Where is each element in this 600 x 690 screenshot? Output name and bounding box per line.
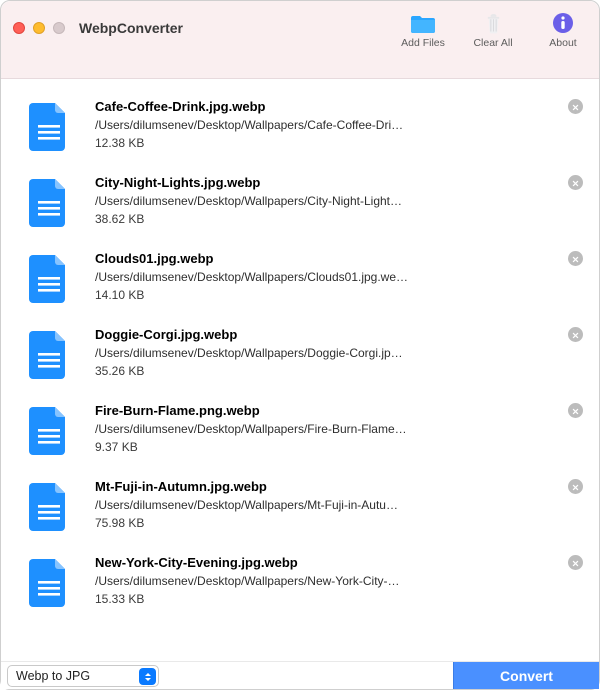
file-list: Cafe-Coffee-Drink.jpg.webp /Users/dilums… (1, 79, 599, 661)
file-path: /Users/dilumsenev/Desktop/Wallpapers/New… (95, 574, 435, 588)
file-size: 9.37 KB (95, 440, 543, 454)
file-name: Doggie-Corgi.jpg.webp (95, 327, 543, 342)
file-path: /Users/dilumsenev/Desktop/Wallpapers/Cit… (95, 194, 435, 208)
file-size: 14.10 KB (95, 288, 543, 302)
close-icon (572, 478, 579, 496)
file-icon (29, 179, 69, 227)
subbar (1, 55, 599, 79)
file-icon (29, 103, 69, 151)
file-name: New-York-City-Evening.jpg.webp (95, 555, 543, 570)
add-files-label: Add Files (401, 37, 445, 49)
file-name: Cafe-Coffee-Drink.jpg.webp (95, 99, 543, 114)
output-format-select[interactable]: Webp to JPG (7, 665, 159, 687)
file-meta: City-Night-Lights.jpg.webp /Users/dilums… (95, 175, 583, 226)
convert-label: Convert (500, 668, 553, 684)
file-size: 75.98 KB (95, 516, 543, 530)
remove-file-button[interactable] (568, 175, 583, 190)
close-icon (572, 98, 579, 116)
file-path: /Users/dilumsenev/Desktop/Wallpapers/Caf… (95, 118, 435, 132)
app-title: WebpConverter (79, 20, 183, 36)
file-icon (29, 331, 69, 379)
close-icon (572, 326, 579, 344)
file-row[interactable]: New-York-City-Evening.jpg.webp /Users/di… (1, 545, 599, 621)
file-row[interactable]: Cafe-Coffee-Drink.jpg.webp /Users/dilums… (1, 89, 599, 165)
output-format-value: Webp to JPG (16, 669, 90, 683)
file-size: 38.62 KB (95, 212, 543, 226)
file-icon (29, 559, 69, 607)
file-meta: Cafe-Coffee-Drink.jpg.webp /Users/dilums… (95, 99, 583, 150)
file-path: /Users/dilumsenev/Desktop/Wallpapers/Clo… (95, 270, 435, 284)
file-path: /Users/dilumsenev/Desktop/Wallpapers/Mt-… (95, 498, 435, 512)
about-button[interactable]: About (539, 11, 587, 49)
file-meta: Fire-Burn-Flame.png.webp /Users/dilumsen… (95, 403, 583, 454)
zoom-window-button[interactable] (53, 22, 65, 34)
close-icon (572, 554, 579, 572)
file-meta: Mt-Fuji-in-Autumn.jpg.webp /Users/dilums… (95, 479, 583, 530)
file-size: 15.33 KB (95, 592, 543, 606)
folder-icon (411, 11, 435, 35)
file-meta: Doggie-Corgi.jpg.webp /Users/dilumsenev/… (95, 327, 583, 378)
remove-file-button[interactable] (568, 327, 583, 342)
clear-all-button[interactable]: Clear All (469, 11, 517, 49)
file-meta: Clouds01.jpg.webp /Users/dilumsenev/Desk… (95, 251, 583, 302)
about-label: About (549, 37, 576, 49)
file-meta: New-York-City-Evening.jpg.webp /Users/di… (95, 555, 583, 606)
bottom-bar: Webp to JPG Convert (1, 661, 599, 689)
remove-file-button[interactable] (568, 99, 583, 114)
toolbar: Add Files Clear All About (399, 7, 587, 49)
file-size: 35.26 KB (95, 364, 543, 378)
close-icon (572, 402, 579, 420)
file-row[interactable]: City-Night-Lights.jpg.webp /Users/dilums… (1, 165, 599, 241)
close-icon (572, 250, 579, 268)
minimize-window-button[interactable] (33, 22, 45, 34)
file-name: Clouds01.jpg.webp (95, 251, 543, 266)
file-name: Mt-Fuji-in-Autumn.jpg.webp (95, 479, 543, 494)
file-name: City-Night-Lights.jpg.webp (95, 175, 543, 190)
file-path: /Users/dilumsenev/Desktop/Wallpapers/Dog… (95, 346, 435, 360)
remove-file-button[interactable] (568, 479, 583, 494)
file-icon (29, 483, 69, 531)
remove-file-button[interactable] (568, 403, 583, 418)
remove-file-button[interactable] (568, 251, 583, 266)
chevron-updown-icon (139, 668, 156, 685)
titlebar: WebpConverter Add Files Clear All (1, 1, 599, 55)
convert-button[interactable]: Convert (453, 662, 599, 689)
file-icon (29, 407, 69, 455)
remove-file-button[interactable] (568, 555, 583, 570)
close-window-button[interactable] (13, 22, 25, 34)
window-controls (13, 22, 65, 34)
clear-all-label: Clear All (473, 37, 512, 49)
info-icon (551, 11, 575, 35)
file-path: /Users/dilumsenev/Desktop/Wallpapers/Fir… (95, 422, 435, 436)
file-name: Fire-Burn-Flame.png.webp (95, 403, 543, 418)
trash-icon (481, 11, 505, 35)
file-row[interactable]: Clouds01.jpg.webp /Users/dilumsenev/Desk… (1, 241, 599, 317)
close-icon (572, 174, 579, 192)
file-row[interactable]: Mt-Fuji-in-Autumn.jpg.webp /Users/dilums… (1, 469, 599, 545)
file-icon (29, 255, 69, 303)
file-row[interactable]: Fire-Burn-Flame.png.webp /Users/dilumsen… (1, 393, 599, 469)
file-row[interactable]: Doggie-Corgi.jpg.webp /Users/dilumsenev/… (1, 317, 599, 393)
add-files-button[interactable]: Add Files (399, 11, 447, 49)
file-size: 12.38 KB (95, 136, 543, 150)
